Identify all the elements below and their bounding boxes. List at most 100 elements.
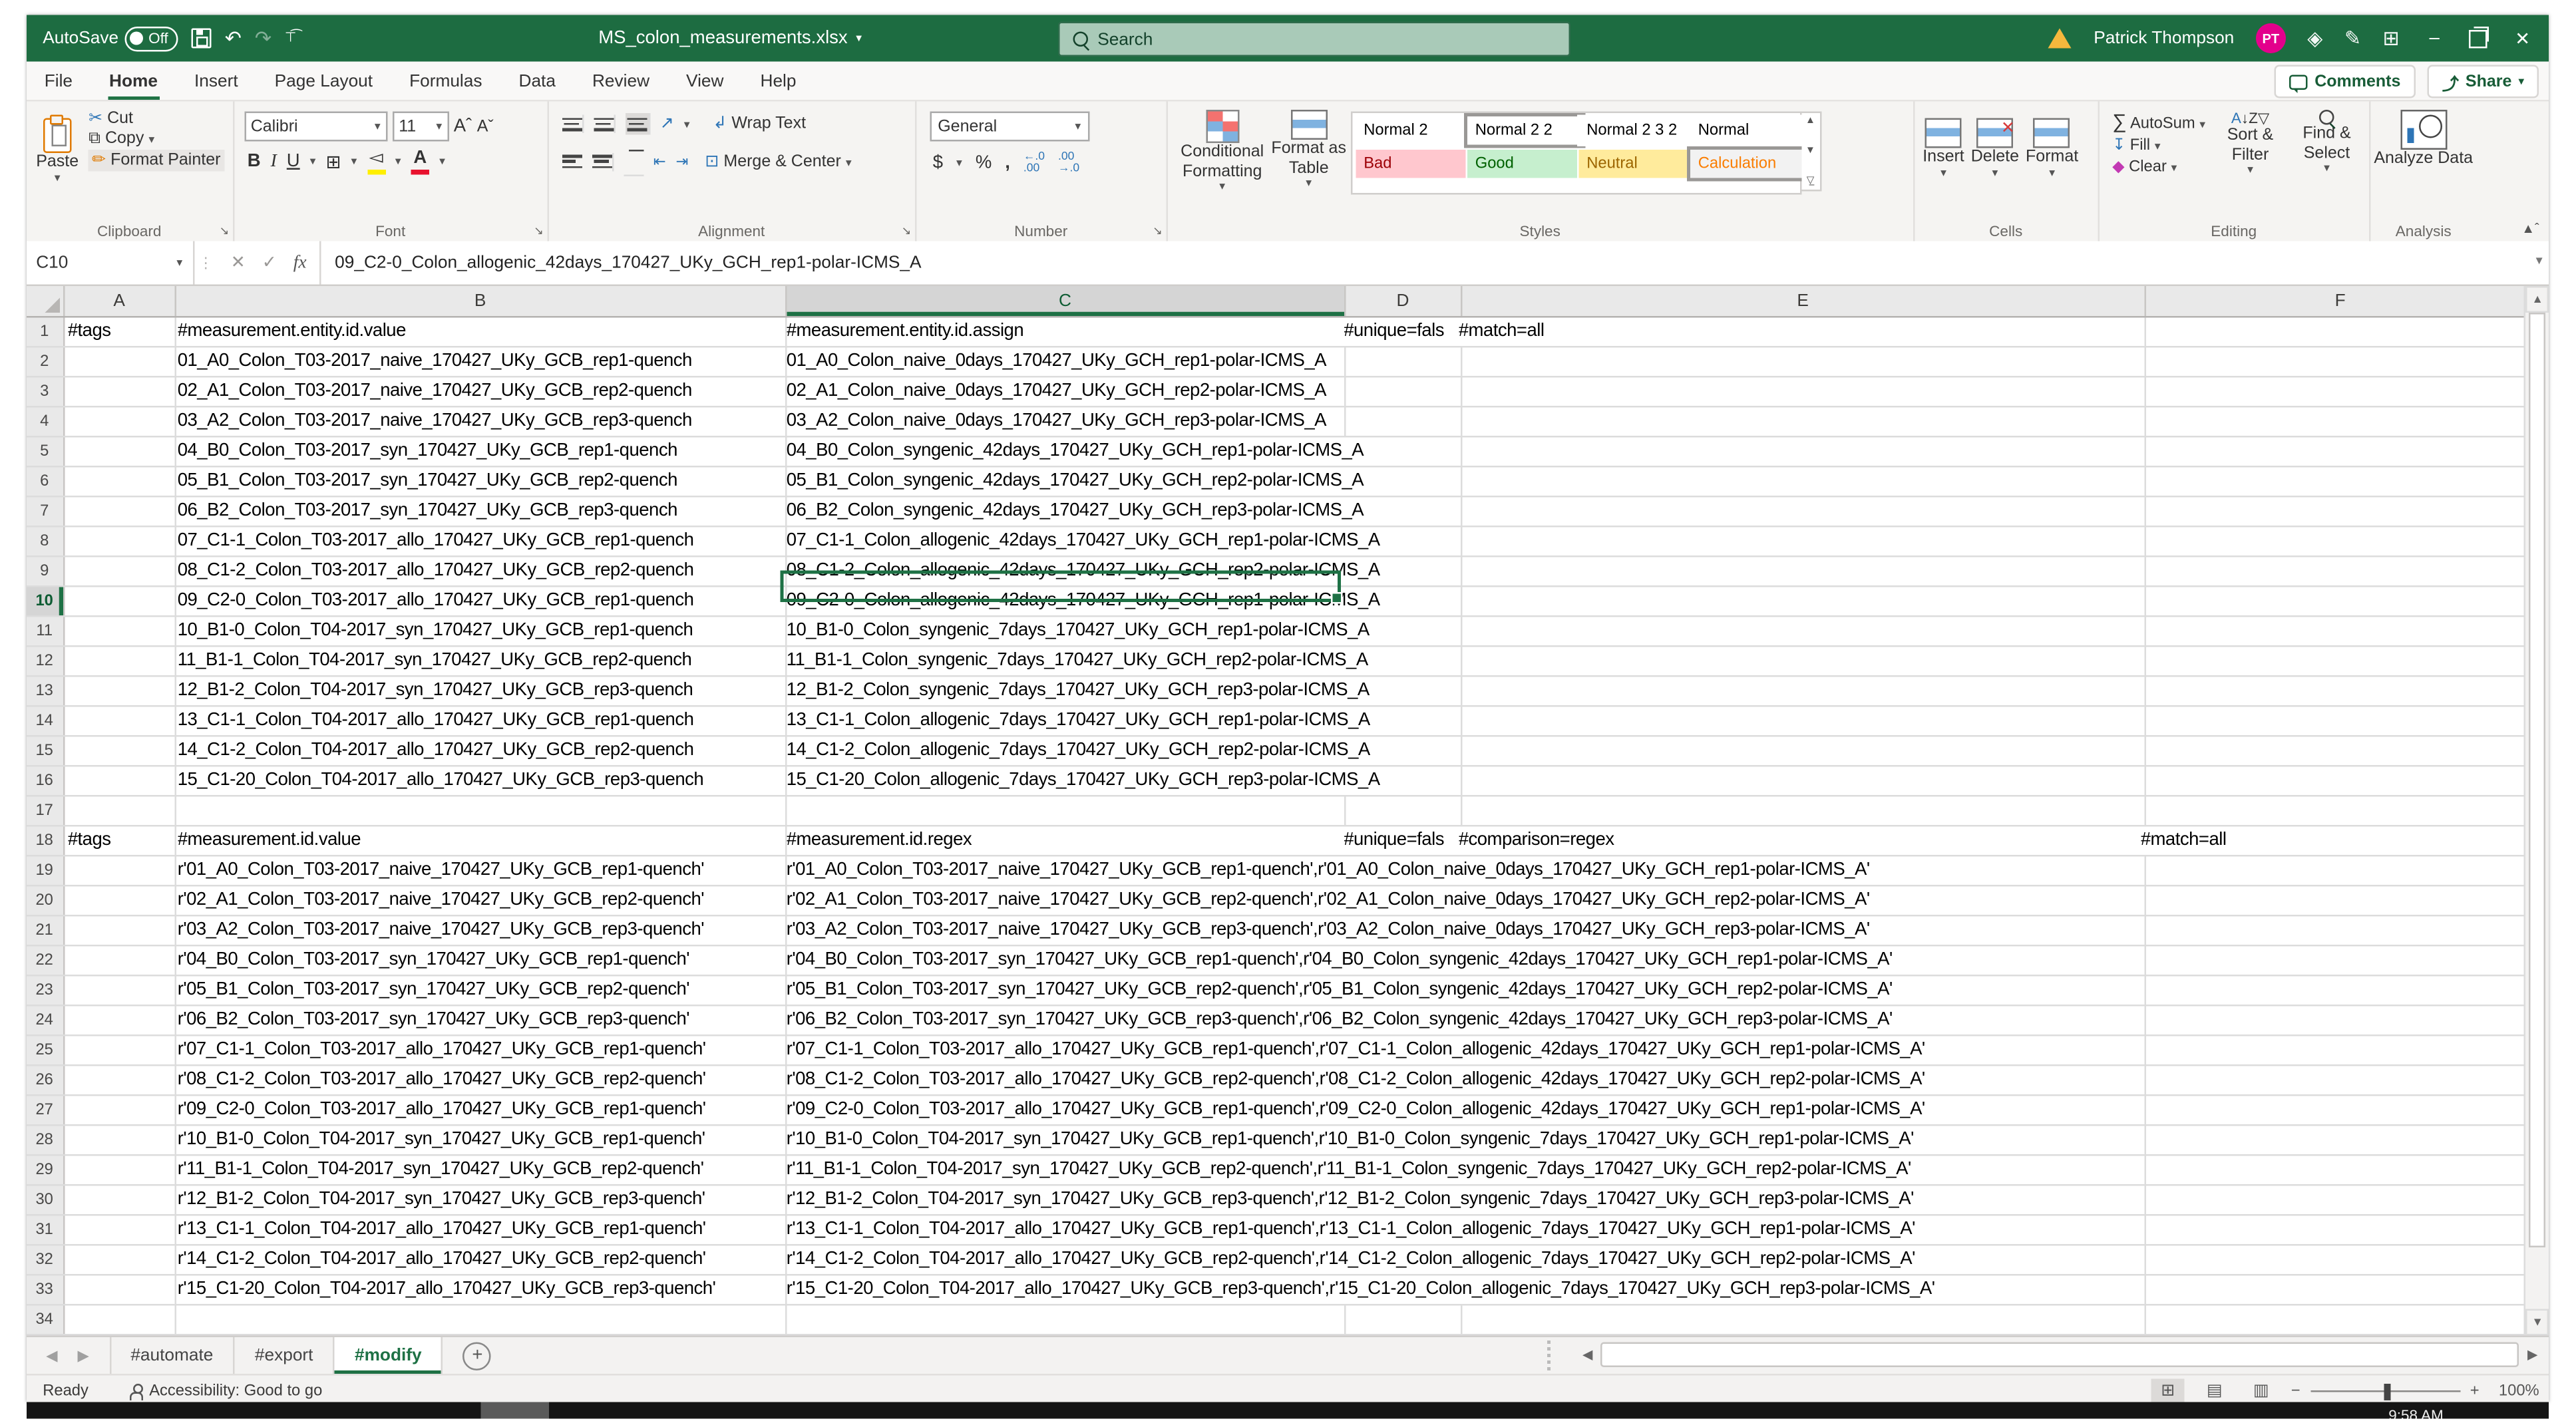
autosave-toggle[interactable]: AutoSave Off — [43, 26, 178, 51]
font-size-select[interactable]: 11▾ — [392, 112, 449, 142]
row-header-24[interactable]: 24 — [26, 1007, 65, 1035]
search-box[interactable]: Search — [1057, 22, 1570, 57]
cell-F3[interactable] — [2145, 378, 2537, 406]
delete-cells-button[interactable]: ✕ Delete▾ — [1971, 110, 2019, 180]
row-header-6[interactable]: 6 — [26, 468, 65, 496]
cell-E1[interactable] — [1462, 318, 2146, 347]
taskbar-app-indicator[interactable] — [480, 1402, 549, 1418]
row-header-12[interactable]: 12 — [26, 647, 65, 676]
tab-scrollbar-splitter[interactable] — [1548, 1341, 1551, 1370]
row-header-32[interactable]: 32 — [26, 1246, 65, 1275]
row-header-13[interactable]: 13 — [26, 677, 65, 706]
wrap-text-button[interactable]: ↲ Wrap Text — [713, 115, 806, 134]
cell-C34[interactable] — [787, 1306, 1346, 1335]
row-header-33[interactable]: 33 — [26, 1276, 65, 1305]
currency-button[interactable]: $ — [933, 153, 943, 173]
cell-F17[interactable] — [2145, 797, 2537, 826]
horizontal-scrollbar[interactable]: ◀ ▶ — [1578, 1343, 2543, 1368]
cell-F19[interactable] — [2145, 857, 2537, 885]
zoom-slider[interactable] — [2310, 1390, 2460, 1392]
cell-A8[interactable] — [65, 528, 176, 556]
fill-button[interactable]: ↧ Fill ▾ — [2112, 136, 2205, 155]
cell-A26[interactable] — [65, 1066, 176, 1095]
horizontal-scroll-thumb[interactable] — [1601, 1343, 2519, 1368]
cell-F11[interactable] — [2145, 617, 2537, 646]
cell-E34[interactable] — [1462, 1306, 2146, 1335]
comma-button[interactable]: , — [1005, 153, 1010, 173]
style-gallery-item[interactable]: Normal 2 2 — [1465, 115, 1584, 147]
vertical-scrollbar[interactable]: ▲ ▼ — [2524, 286, 2549, 1336]
scroll-up-icon[interactable]: ▲ — [2526, 286, 2549, 313]
sort-filter-button[interactable]: A↓Z▽ Sort & Filter▾ — [2219, 102, 2282, 179]
cell-D3[interactable] — [1346, 378, 1462, 406]
cell-E4[interactable] — [1462, 408, 2146, 436]
accessibility-status[interactable]: Accessibility: Good to go — [129, 1382, 322, 1401]
cell-F20[interactable] — [2145, 887, 2537, 915]
sheet-prev-icon[interactable]: ◀ — [46, 1346, 57, 1365]
cell-E10[interactable] — [1462, 587, 2146, 616]
cell-F5[interactable] — [2145, 438, 2537, 466]
cell-F26[interactable] — [2145, 1066, 2537, 1095]
row-header-31[interactable]: 31 — [26, 1216, 65, 1245]
sheet-tab-export[interactable]: #export — [235, 1337, 335, 1374]
cell-A10[interactable] — [65, 587, 176, 616]
cell-A4[interactable] — [65, 408, 176, 436]
style-gallery-item[interactable]: Calculation — [1688, 148, 1807, 180]
row-header-5[interactable]: 5 — [26, 438, 65, 466]
cell-F9[interactable] — [2145, 557, 2537, 586]
cell-F22[interactable] — [2145, 947, 2537, 975]
normal-view-button[interactable]: ⊞ — [2151, 1379, 2185, 1404]
insert-cells-button[interactable]: Insert▾ — [1923, 110, 1964, 180]
cell-A2[interactable] — [65, 348, 176, 377]
cell-A3[interactable] — [65, 378, 176, 406]
cell-D2[interactable] — [1346, 348, 1462, 377]
gallery-down-icon[interactable]: ▼ — [1805, 146, 1815, 156]
comments-button[interactable]: Comments — [2275, 65, 2416, 98]
warning-icon[interactable] — [2049, 29, 2072, 49]
cell-A32[interactable] — [65, 1246, 176, 1275]
row-header-17[interactable]: 17 — [26, 797, 65, 826]
cell-F12[interactable] — [2145, 647, 2537, 676]
bold-button[interactable]: B — [248, 152, 261, 172]
zoom-slider-thumb[interactable] — [2384, 1383, 2390, 1400]
merge-center-button[interactable]: ⊡ Merge & Center ▾ — [705, 152, 851, 171]
restore-button[interactable] — [2470, 29, 2488, 48]
copy-button[interactable]: ⧉ Copy ▾ — [89, 130, 224, 148]
zoom-out-icon[interactable]: − — [2291, 1382, 2300, 1401]
cell-A12[interactable] — [65, 647, 176, 676]
cell-E12[interactable] — [1462, 647, 2146, 676]
cell-F2[interactable] — [2145, 348, 2537, 377]
tab-home[interactable]: Home — [91, 62, 176, 100]
row-header-18[interactable]: 18 — [26, 827, 65, 856]
row-header-34[interactable]: 34 — [26, 1306, 65, 1335]
paste-button[interactable]: Paste ▾ — [36, 110, 79, 186]
cell-E17[interactable] — [1462, 797, 2146, 826]
increase-indent-icon[interactable]: ⇥ — [676, 152, 689, 171]
cancel-entry-icon[interactable]: ✕ — [231, 253, 246, 273]
redo-icon[interactable]: ↷ — [255, 29, 272, 49]
scroll-down-icon[interactable]: ▼ — [2526, 1309, 2549, 1336]
clear-button[interactable]: ◆ Clear ▾ — [2112, 158, 2205, 177]
cell-F10[interactable] — [2145, 587, 2537, 616]
cell-E9[interactable] — [1462, 557, 2146, 586]
align-center-icon[interactable] — [592, 152, 614, 171]
cell-A9[interactable] — [65, 557, 176, 586]
cell-A16[interactable] — [65, 767, 176, 796]
cell-A5[interactable] — [65, 438, 176, 466]
cell-E3[interactable] — [1462, 378, 2146, 406]
row-header-10[interactable]: 10 — [26, 587, 65, 616]
decrease-font-button[interactable]: Aˇ — [477, 117, 494, 136]
user-name[interactable]: Patrick Thompson — [2094, 29, 2234, 49]
format-painter-button[interactable]: ✏ Format Painter — [89, 150, 224, 172]
italic-button[interactable]: I — [271, 152, 277, 172]
style-gallery-scroll[interactable]: ▲ ▼ ▽̲ — [1801, 112, 1821, 192]
cell-F30[interactable] — [2145, 1186, 2537, 1215]
find-select-button[interactable]: Find & Select▾ — [2295, 102, 2358, 179]
formula-bar-expand-icon[interactable]: ▾ — [2536, 253, 2543, 268]
cell-E11[interactable] — [1462, 617, 2146, 646]
gallery-up-icon[interactable]: ▲ — [1805, 116, 1815, 126]
tab-file[interactable]: File — [26, 62, 91, 100]
align-middle-icon[interactable] — [594, 115, 616, 134]
cell-A22[interactable] — [65, 947, 176, 975]
zoom-level[interactable]: 100% — [2489, 1382, 2539, 1401]
